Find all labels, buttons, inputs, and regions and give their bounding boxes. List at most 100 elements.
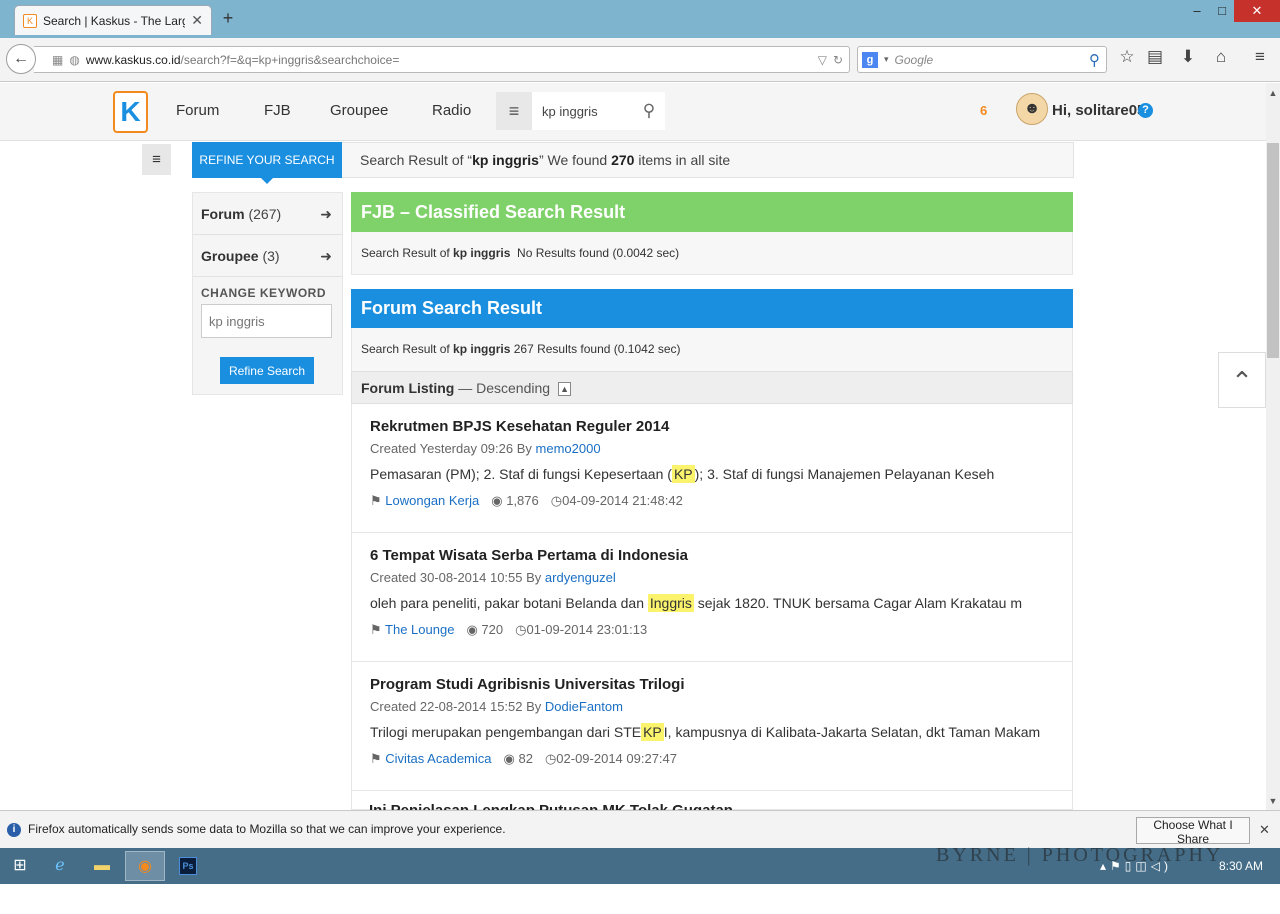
kaskus-logo[interactable]: K (113, 91, 148, 133)
eye-icon: ◉ (466, 622, 478, 637)
notification-count[interactable]: 6 (980, 103, 987, 118)
category-link[interactable]: Lowongan Kerja (385, 493, 479, 508)
notification-message: Firefox automatically sends some data to… (28, 822, 506, 836)
window-close-button[interactable]: ✕ (1234, 0, 1280, 22)
browser-search-placeholder: Google (894, 52, 934, 67)
nav-groupee[interactable]: Groupee (330, 102, 388, 119)
refine-search-button[interactable]: Refine Search (220, 357, 314, 384)
notification-bar: i Firefox automatically sends some data … (0, 810, 1280, 848)
google-icon[interactable]: g (862, 51, 878, 68)
identity-icon[interactable]: ▦ (52, 53, 63, 67)
browser-tab[interactable]: K Search | Kaskus - The Large... ✕ (14, 5, 212, 35)
kaskus-favicon-icon: K (23, 13, 37, 28)
sidebar-item-forum[interactable]: Forum (267) ➜ (193, 193, 342, 235)
photoshop-icon[interactable]: Ps (168, 851, 208, 881)
result-snippet: Pemasaran (PM); 2. Staf di fungsi Kepese… (370, 465, 995, 483)
bookmarks-list-icon[interactable]: ▤ (1143, 47, 1167, 67)
forum-result-summary: Search Result of kp inggris 267 Results … (351, 328, 1073, 371)
site-search[interactable]: ≡ kp inggris ⚲ (496, 92, 665, 130)
back-to-top-icon[interactable]: ⌃ (1218, 352, 1266, 408)
photographer-watermark: BYRNE | PHOTOGRAPHY (936, 844, 1224, 866)
url-bar[interactable]: ▦ ◍ www.kaskus.co.id/search?f=&q=kp+ingg… (34, 46, 850, 73)
result-footer: ⚑ Lowongan Kerja ◉ 1,876 ◷04-09-2014 21:… (370, 493, 683, 509)
bookmark-star-icon[interactable]: ☆ (1115, 47, 1139, 67)
taskbar-clock[interactable]: 8:30 AM (1219, 859, 1263, 873)
nav-radio[interactable]: Radio (432, 102, 471, 119)
avatar[interactable]: ☻ (1016, 93, 1048, 125)
category-link[interactable]: The Lounge (385, 622, 454, 637)
firefox-icon[interactable]: ◉ (125, 851, 165, 881)
post-date: 01-09-2014 23:01:13 (526, 622, 648, 637)
refine-sidebar: Forum (267) ➜ Groupee (3) ➜ CHANGE KEYWO… (192, 192, 343, 395)
search-summary: Search Result of “kp inggris” We found 2… (342, 142, 1074, 178)
list-item: 6 Tempat Wisata Serba Pertama di Indones… (351, 533, 1073, 662)
search-menu-icon[interactable]: ≡ (496, 92, 532, 130)
view-count: 720 (481, 622, 504, 637)
list-item: Rekrutmen BPJS Kesehatan Reguler 2014 Cr… (351, 404, 1073, 533)
result-title[interactable]: 6 Tempat Wisata Serba Pertama di Indones… (370, 547, 688, 564)
arrow-right-icon: ➜ (320, 206, 332, 222)
internet-explorer-icon[interactable]: ℯ (40, 851, 80, 881)
search-icon[interactable]: ⚲ (1089, 51, 1100, 69)
help-icon[interactable]: ? (1138, 103, 1153, 118)
result-title[interactable]: Program Studi Agribisnis Universitas Tri… (370, 676, 685, 693)
eye-icon: ◉ (503, 751, 515, 766)
fjb-result-summary: Search Result of kp inggris No Results f… (351, 232, 1073, 275)
result-title[interactable]: Ini Penjelasan Lengkap Putusan MK Tolak … (369, 802, 733, 810)
file-explorer-icon[interactable]: ▬ (82, 851, 122, 881)
category-link[interactable]: Civitas Academica (385, 751, 491, 766)
arrow-right-icon: ➜ (320, 248, 332, 264)
post-date: 04-09-2014 21:48:42 (562, 493, 683, 508)
reload-icon[interactable]: ↻ (833, 53, 843, 67)
browser-search-bar[interactable]: g ▾ Google ⚲ (857, 46, 1107, 73)
result-footer: ⚑ The Lounge ◉ 720 ◷01-09-2014 23:01:13 (370, 622, 647, 638)
user-greeting[interactable]: Hi, solitare05 (1052, 102, 1145, 119)
author-link[interactable]: memo2000 (536, 441, 601, 456)
refine-search-tab[interactable]: REFINE YOUR SEARCH (192, 142, 342, 184)
sidebar-toggle-icon[interactable]: ≡ (142, 144, 171, 175)
tab-close-icon[interactable]: ✕ (191, 12, 203, 29)
clock-icon: ◷ (515, 622, 527, 637)
site-header: K Forum FJB Groupee Radio ≡ kp inggris ⚲… (0, 83, 1266, 141)
tab-title: Search | Kaskus - The Large... (43, 13, 185, 28)
system-tray-icons[interactable]: ▴⚑▯◫◁) (1100, 859, 1172, 873)
sidebar-item-groupee[interactable]: Groupee (3) ➜ (193, 235, 342, 277)
bottom-margin (0, 884, 1280, 914)
author-link[interactable]: DodieFantom (545, 699, 623, 714)
home-icon[interactable]: ⌂ (1209, 47, 1233, 67)
sort-toggle-icon[interactable]: ▲ (558, 382, 572, 397)
scroll-up-icon[interactable]: ▲ (1266, 86, 1280, 100)
result-meta: Created 22-08-2014 15:52 By DodieFantom (370, 699, 623, 714)
forum-section-title: Forum Search Result (351, 289, 1073, 328)
choose-what-i-share-button[interactable]: Choose What I Share (1136, 817, 1250, 846)
eye-icon: ◉ (491, 493, 503, 508)
url-dropdown-icon[interactable]: ▽ (818, 53, 827, 67)
download-icon[interactable]: ⬇ (1176, 47, 1200, 67)
close-icon[interactable]: ✕ (1259, 822, 1270, 838)
windows-taskbar: ⊞ ℯ ▬ ◉ Ps BYRNE | PHOTOGRAPHY ▴⚑▯◫◁) 8:… (0, 844, 1280, 884)
site-search-input[interactable]: kp inggris (532, 104, 633, 119)
tag-icon: ⚑ (370, 493, 382, 508)
site-search-icon[interactable]: ⚲ (633, 101, 665, 121)
scrollbar-thumb[interactable] (1267, 143, 1279, 358)
result-meta: Created 30-08-2014 10:55 By ardyenguzel (370, 570, 616, 585)
new-tab-icon[interactable]: + (218, 8, 238, 29)
result-footer: ⚑ Civitas Academica ◉ 82 ◷02-09-2014 09:… (370, 751, 677, 767)
menu-icon[interactable]: ≡ (1248, 47, 1272, 67)
url-domain: www.kaskus.co.id (85, 52, 181, 67)
author-link[interactable]: ardyenguzel (545, 570, 616, 585)
scroll-down-icon[interactable]: ▼ (1266, 794, 1280, 808)
nav-forum[interactable]: Forum (176, 102, 219, 119)
windows-start-icon[interactable]: ⊞ (0, 851, 40, 881)
search-engine-dropdown-icon[interactable]: ▾ (884, 54, 889, 65)
nav-fjb[interactable]: FJB (264, 102, 291, 119)
forum-listing-bar: Forum Listing — Descending ▲ (351, 371, 1073, 404)
fjb-section-title: FJB – Classified Search Result (351, 192, 1073, 232)
result-snippet: Trilogi merupakan pengembangan dari STE K… (370, 723, 1041, 741)
result-title[interactable]: Rekrutmen BPJS Kesehatan Reguler 2014 (370, 418, 669, 435)
tag-icon: ⚑ (370, 622, 382, 637)
back-button[interactable]: ← (6, 44, 36, 74)
keyword-input[interactable] (201, 304, 332, 338)
clock-icon: ◷ (550, 493, 563, 508)
result-meta: Created Yesterday 09:26 By memo2000 (370, 441, 601, 456)
